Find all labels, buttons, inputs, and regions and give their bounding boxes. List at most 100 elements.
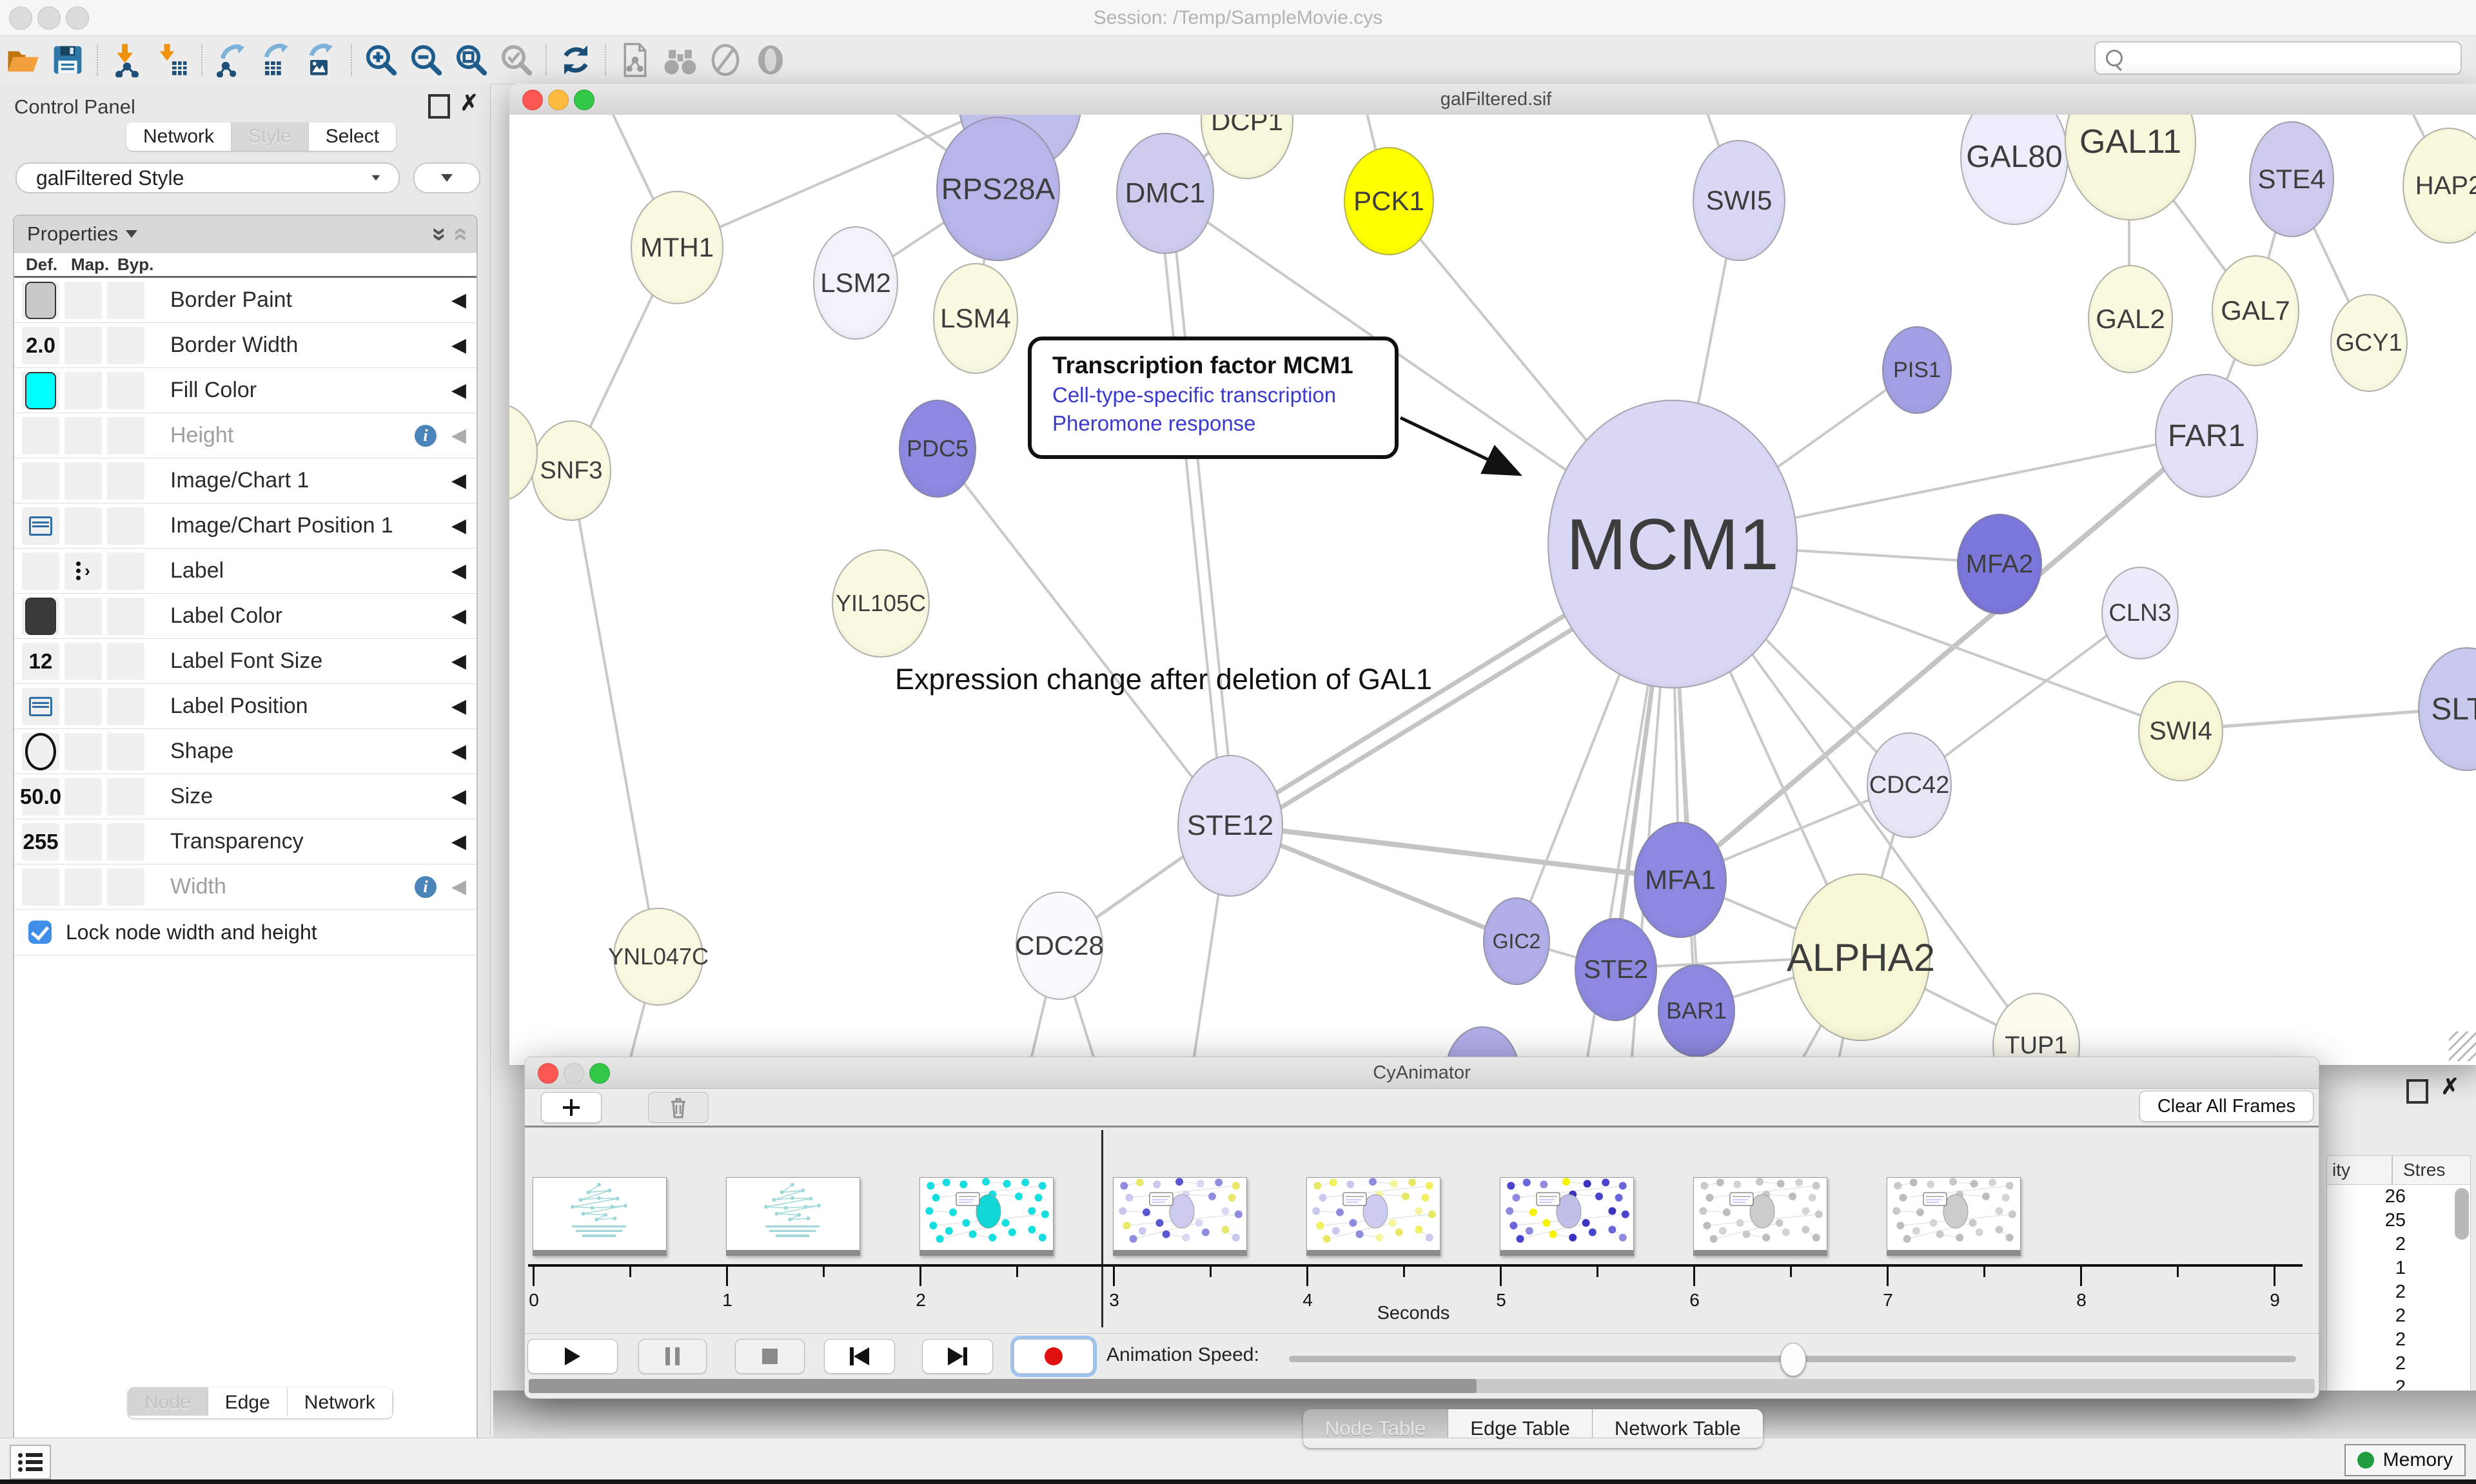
cyanimator-titlebar[interactable]: CyAnimator [525,1057,2319,1089]
network-canvas[interactable]: RPS28ADMC1DCP1PCK1MTH1LSM2LSM4SNF3PDC5YI… [509,115,2476,1065]
float-panel-icon[interactable] [428,94,450,119]
node-ynl047c[interactable]: YNL047C [613,908,703,1006]
expand-arrow-icon[interactable]: ◀ [451,560,466,582]
tab-style[interactable]: Style [231,122,309,151]
zoom-out-icon[interactable] [408,41,445,79]
ellipse-shape-icon[interactable] [25,733,56,770]
tab-network[interactable]: Network [288,1387,393,1416]
tab-network-table[interactable]: Network Table [1593,1409,1763,1438]
property-row-image-chart-position-1[interactable]: Image/Chart Position 1◀ [14,503,477,549]
node-cdc42[interactable]: CDC42 [1867,732,1952,838]
open-folder-icon[interactable] [4,41,41,79]
default-value[interactable]: 2.0 [26,333,55,358]
node-bar1[interactable]: BAR1 [1658,964,1735,1057]
property-row-label-font-size[interactable]: 12Label Font Size◀ [14,639,477,684]
properties-header[interactable]: Properties » » [14,216,477,253]
expand-arrow-icon[interactable]: ◀ [451,514,466,537]
zoom-in-icon[interactable] [362,41,400,79]
discrete-mapping-icon[interactable]: › [76,560,90,581]
frame-thumbnail-8[interactable] [1887,1177,2021,1256]
resize-grip[interactable] [2449,1031,2476,1061]
table-header-stress[interactable]: Stres [2403,1160,2445,1180]
node-cdc28[interactable]: CDC28 [1016,892,1103,1000]
stop-button[interactable] [735,1339,805,1374]
table-cell[interactable]: 26 [2327,1185,2470,1209]
expand-arrow-icon[interactable]: ◀ [451,334,466,356]
tab-node-table[interactable]: Node Table [1303,1409,1448,1438]
frame-thumbnail-1[interactable] [533,1177,667,1256]
property-row-size[interactable]: 50.0Size◀ [14,774,477,819]
default-value[interactable]: 50.0 [20,785,61,809]
float-table-icon[interactable] [2406,1079,2428,1104]
expand-arrow-icon[interactable]: ◀ [451,424,466,447]
node-ste4[interactable]: STE4 [2249,121,2334,237]
animation-speed-slider[interactable] [1289,1356,2296,1362]
property-row-label[interactable]: ›Label◀ [14,549,477,594]
color-swatch[interactable] [25,372,56,409]
annotation-box[interactable]: Transcription factor MCM1 Cell-type-spec… [1028,337,1399,459]
property-row-shape[interactable]: Shape◀ [14,729,477,774]
maximize-icon[interactable] [589,1063,610,1084]
node-mfa2[interactable]: MFA2 [1957,514,2042,614]
export-image-icon[interactable] [303,41,340,79]
minimize-icon[interactable] [548,90,569,110]
style-options-button[interactable] [413,162,480,193]
timeline-playhead[interactable] [1101,1130,1103,1327]
property-row-border-width[interactable]: 2.0Border Width◀ [14,323,477,368]
add-frame-button[interactable] [541,1092,602,1123]
expand-arrow-icon[interactable]: ◀ [451,695,466,718]
table-cell[interactable]: 2 [2327,1328,2470,1352]
clear-all-frames-button[interactable]: Clear All Frames [2139,1091,2314,1122]
table-cell[interactable]: 2 [2327,1280,2470,1304]
style-selector[interactable]: galFiltered Style [15,162,400,193]
skip-to-start-button[interactable] [824,1339,895,1374]
node-cln3[interactable]: CLN3 [2101,567,2179,659]
tab-select[interactable]: Select [309,122,396,151]
table-cell[interactable]: 25 [2327,1209,2470,1233]
node-mfa1[interactable]: MFA1 [1634,822,1727,938]
node-ste12[interactable]: STE12 [1177,755,1283,897]
frame-thumbnail-3[interactable] [919,1177,1054,1256]
annotation-link[interactable]: Cell-type-specific transcription [1052,383,1395,407]
save-icon[interactable] [49,41,86,79]
node-mth1[interactable]: MTH1 [631,191,723,304]
default-value[interactable]: 255 [23,830,58,854]
frame-thumbnail-2[interactable] [726,1177,860,1256]
tab-node[interactable]: Node [128,1387,208,1416]
refresh-icon[interactable] [557,41,594,79]
zoom-window-icon[interactable] [66,6,89,30]
info-icon[interactable]: i [415,876,437,898]
binoculars-icon[interactable] [662,41,699,79]
record-button[interactable] [1014,1339,1094,1374]
property-row-label-color[interactable]: Label Color◀ [14,594,477,639]
show-details-icon[interactable] [752,41,789,79]
property-row-border-paint[interactable]: Border Paint◀ [14,278,477,323]
import-network-icon[interactable] [108,41,146,79]
search-input[interactable] [2130,47,2461,69]
maximize-icon[interactable] [574,90,594,110]
play-button[interactable] [527,1339,618,1374]
table-header-ity[interactable]: ity [2332,1160,2350,1180]
close-table-icon[interactable]: ✗ [2441,1074,2460,1100]
frame-thumbnail-6[interactable] [1500,1177,1634,1256]
annotation-link[interactable]: Pheromone response [1052,411,1395,436]
node-swi5[interactable]: SWI5 [1693,140,1785,261]
network-window-titlebar[interactable]: galFiltered.sif [509,84,2476,115]
property-row-fill-color[interactable]: Fill Color◀ [14,368,477,413]
node-lsm4[interactable]: LSM4 [933,263,1018,374]
table-cell[interactable]: 1 [2327,1256,2470,1280]
node-gal2[interactable]: GAL2 [2088,265,2173,373]
expand-arrow-icon[interactable]: ◀ [451,289,466,311]
export-table-icon[interactable] [258,41,295,79]
lock-size-checkbox[interactable] [28,921,52,944]
table-cell[interactable]: 2 [2327,1233,2470,1256]
close-window-icon[interactable] [9,6,32,30]
memory-button[interactable]: Memory [2344,1444,2466,1476]
expand-arrow-icon[interactable]: ◀ [451,650,466,672]
info-icon[interactable]: i [415,425,437,447]
node-swi4[interactable]: SWI4 [2138,681,2223,781]
table-cell[interactable]: 2 [2327,1352,2470,1376]
expand-arrow-icon[interactable]: ◀ [451,605,466,627]
zoom-fit-icon[interactable] [453,41,490,79]
tab-edge[interactable]: Edge [208,1387,288,1416]
